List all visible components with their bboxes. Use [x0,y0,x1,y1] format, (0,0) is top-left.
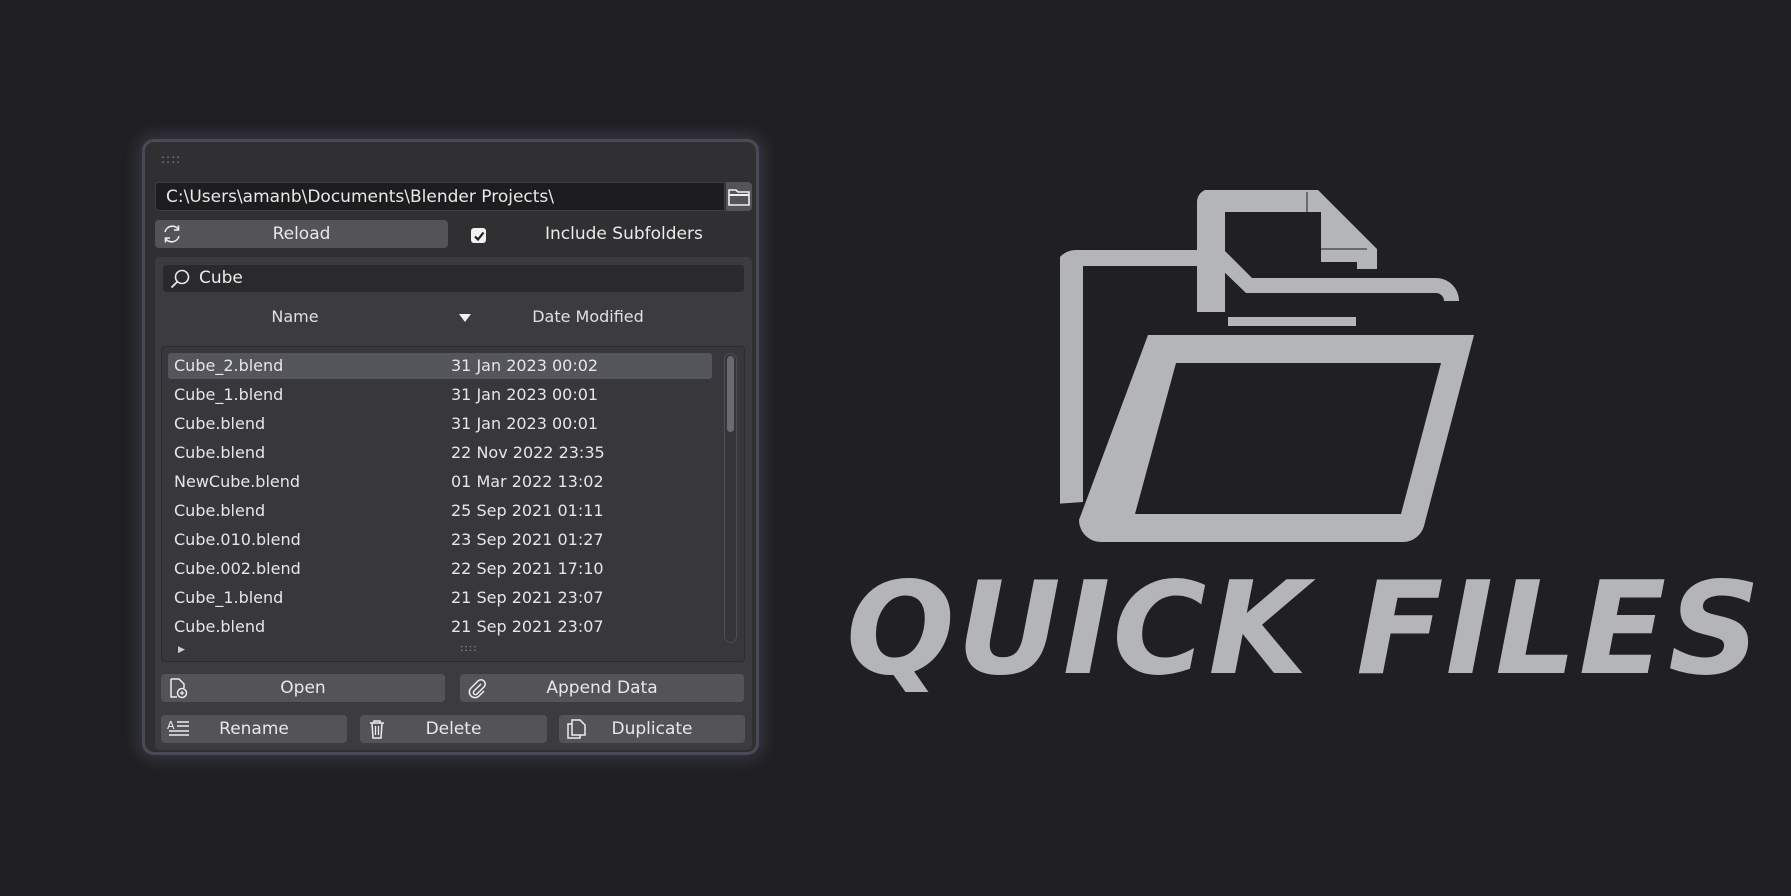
file-browser-box: Cube Name Date Modified Cube_2.blend 31 … [155,257,752,750]
scrollbar-thumb[interactable] [727,356,734,432]
file-row[interactable]: Cube.blend 22 Nov 2022 23:35 [168,440,712,466]
expand-arrow-icon[interactable]: ▶ [178,645,185,655]
search-input[interactable]: Cube [163,265,744,292]
include-subfolders-label[interactable]: Include Subfolders [545,223,735,245]
delete-button[interactable]: Delete [360,715,547,743]
file-row[interactable]: NewCube.blend 01 Mar 2022 13:02 [168,469,712,495]
file-date: 22 Nov 2022 23:35 [451,443,605,462]
file-name: Cube.010.blend [174,530,301,549]
file-date: 31 Jan 2023 00:02 [451,356,599,375]
sort-down-icon[interactable] [458,313,472,323]
rename-label: Rename [219,719,289,739]
file-name: Cube.blend [174,501,266,520]
file-name: Cube_1.blend [174,588,284,607]
search-icon [170,269,190,289]
quick-files-panel: :::: C:\Users\amanb\Documents\Blender Pr… [142,139,759,755]
open-label: Open [280,678,326,698]
include-subfolders-checkbox[interactable] [471,228,486,243]
file-date: 21 Sep 2021 23:07 [451,617,604,636]
folder-icon [728,188,750,206]
column-header-name[interactable]: Name [155,307,435,326]
file-date: 31 Jan 2023 00:01 [451,414,599,433]
browse-folder-button[interactable] [726,182,752,211]
file-name: Cube.blend [174,414,266,433]
search-value: Cube [199,268,243,288]
file-row[interactable]: Cube.002.blend 22 Sep 2021 17:10 [168,556,712,582]
file-row[interactable]: Cube.blend 21 Sep 2021 23:07 [168,614,712,640]
panel-drag-grip[interactable]: :::: [161,152,181,166]
list-resize-grip[interactable]: :::: [460,643,477,654]
quick-files-logo-icon [1060,190,1474,542]
column-header-date[interactable]: Date Modified [488,307,688,326]
file-row[interactable]: Cube_1.blend 21 Sep 2021 23:07 [168,585,712,611]
file-date: 21 Sep 2021 23:07 [451,588,604,607]
file-name: Cube.blend [174,443,266,462]
brand-title: QUICK FILES [846,555,1763,704]
rename-button[interactable]: A Rename [161,715,347,743]
file-row[interactable]: Cube_1.blend 31 Jan 2023 00:01 [168,382,712,408]
file-name: NewCube.blend [174,472,301,491]
delete-label: Delete [425,719,482,739]
file-list: Cube_2.blend 31 Jan 2023 00:02 Cube_1.bl… [161,346,745,662]
path-input[interactable]: C:\Users\amanb\Documents\Blender Project… [155,182,725,211]
append-data-label: Append Data [546,678,658,698]
file-date: 23 Sep 2021 01:27 [451,530,604,549]
file-date: 22 Sep 2021 17:10 [451,559,604,578]
file-row[interactable]: Cube.blend 25 Sep 2021 01:11 [168,498,712,524]
file-date: 31 Jan 2023 00:01 [451,385,599,404]
open-button[interactable]: Open [161,674,445,702]
file-row[interactable]: Cube.010.blend 23 Sep 2021 01:27 [168,527,712,553]
file-date: 01 Mar 2022 13:02 [451,472,604,491]
file-name: Cube_1.blend [174,385,284,404]
file-row[interactable]: Cube.blend 31 Jan 2023 00:01 [168,411,712,437]
duplicate-button[interactable]: Duplicate [559,715,745,743]
duplicate-label: Duplicate [611,719,693,739]
checkmark-icon [473,231,484,241]
file-name: Cube.002.blend [174,559,301,578]
append-data-button[interactable]: Append Data [460,674,744,702]
file-name: Cube.blend [174,617,266,636]
file-name: Cube_2.blend [174,356,284,375]
reload-label: Reload [272,224,331,244]
reload-button[interactable]: Reload [155,220,448,248]
path-row: C:\Users\amanb\Documents\Blender Project… [155,182,752,211]
file-list-scrollbar[interactable] [724,353,737,643]
file-date: 25 Sep 2021 01:11 [451,501,604,520]
file-row[interactable]: Cube_2.blend 31 Jan 2023 00:02 [168,353,712,379]
